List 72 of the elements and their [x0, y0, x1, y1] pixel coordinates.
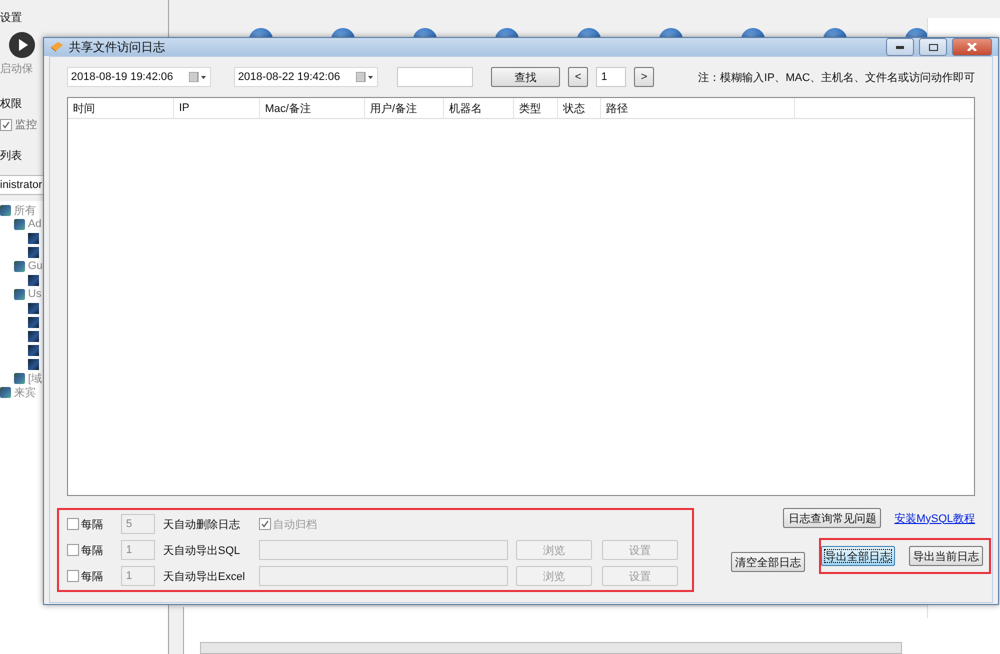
export-logs-button[interactable]: 导出全部日志: [821, 546, 895, 566]
checkbox[interactable]: [67, 544, 79, 556]
page-field[interactable]: 1: [596, 67, 626, 87]
tree-item[interactable]: Us: [28, 288, 42, 300]
calendar-dropdown-icon[interactable]: [356, 72, 374, 82]
column-header[interactable]: IP: [174, 98, 260, 118]
group-icon: [14, 372, 25, 384]
tree-item[interactable]: Gu: [28, 260, 43, 272]
hint-text: 注：模糊输入IP、MAC、主机名、文件名或访问动作即可: [698, 70, 976, 84]
group-icon: [0, 386, 11, 398]
section-title: 列表: [0, 149, 22, 164]
end-date-field[interactable]: 2018-08-22 19:42:06: [234, 67, 378, 87]
user-icon: [28, 316, 39, 328]
faq-button[interactable]: 日志查询常见问题: [783, 508, 882, 528]
export-logs-button[interactable]: 导出当前日志: [909, 546, 983, 566]
minimize-icon: [896, 46, 904, 48]
checkbox[interactable]: [67, 518, 79, 530]
column-header[interactable]: 时间: [68, 98, 174, 118]
checkbox-label: 自动归档: [273, 518, 317, 532]
checkbox-label: 每隔: [81, 570, 103, 584]
search-field[interactable]: [397, 67, 474, 87]
user-icon: [28, 246, 39, 258]
section-title: 权限: [0, 97, 22, 112]
prev-page-button[interactable]: <: [568, 67, 588, 87]
maximize-icon: [928, 44, 938, 50]
book-icon: [50, 41, 64, 53]
play-icon[interactable]: [8, 31, 36, 59]
days-label: 天自动删除日志: [163, 518, 241, 532]
checkbox[interactable]: [67, 570, 79, 582]
tree-item[interactable]: 所有: [14, 202, 36, 218]
start-date-field[interactable]: 2018-08-19 19:42:06: [67, 67, 211, 87]
path-field[interactable]: [259, 566, 508, 586]
archive-checkbox[interactable]: [259, 518, 271, 530]
column-header[interactable]: 路径: [601, 98, 795, 118]
maximize-button[interactable]: [919, 38, 947, 56]
monitor-checkbox[interactable]: [0, 118, 12, 130]
close-button[interactable]: [952, 38, 992, 56]
clear-logs-button[interactable]: 清空全部日志: [731, 552, 805, 572]
window-title: 共享文件访问日志: [69, 38, 165, 56]
user-icon: [28, 302, 39, 314]
checkbox-label: 每隔: [81, 544, 103, 558]
group-icon: [14, 218, 25, 230]
column-header[interactable]: 状态: [558, 98, 601, 118]
calendar-dropdown-icon[interactable]: [188, 72, 207, 82]
user-icon: [28, 344, 39, 356]
mysql-tutorial-link[interactable]: 安装MySQL教程: [894, 510, 975, 526]
user-icon: [28, 274, 39, 286]
next-page-button[interactable]: >: [634, 67, 654, 87]
column-header[interactable]: 类型: [514, 98, 558, 118]
scrollbar[interactable]: [200, 642, 902, 654]
checkbox-label: 监控: [15, 118, 37, 132]
column-header[interactable]: 用户/备注: [365, 98, 444, 118]
checkbox-label: 每隔: [81, 518, 103, 532]
user-icon: [28, 358, 39, 370]
section-title: 设置: [0, 11, 22, 26]
user-icon: [28, 232, 39, 244]
days-label: 天自动导出SQL: [163, 544, 242, 558]
days-label: 天自动导出Excel: [163, 570, 246, 584]
group-icon: [14, 288, 25, 300]
column-header[interactable]: Mac/备注: [260, 98, 365, 118]
search-button[interactable]: 查找: [491, 67, 560, 87]
start-label: 启动保: [0, 62, 33, 76]
close-icon: [967, 43, 977, 51]
path-field[interactable]: [259, 540, 508, 560]
minimize-button[interactable]: [886, 38, 914, 56]
group-icon: [14, 260, 25, 272]
group-icon: [0, 204, 11, 216]
tree-item[interactable]: [域: [28, 370, 42, 386]
column-header[interactable]: 机器名: [444, 98, 514, 118]
user-icon: [28, 330, 39, 342]
tree-item[interactable]: 来宾: [14, 384, 36, 400]
tree-item[interactable]: Ad: [28, 218, 42, 230]
